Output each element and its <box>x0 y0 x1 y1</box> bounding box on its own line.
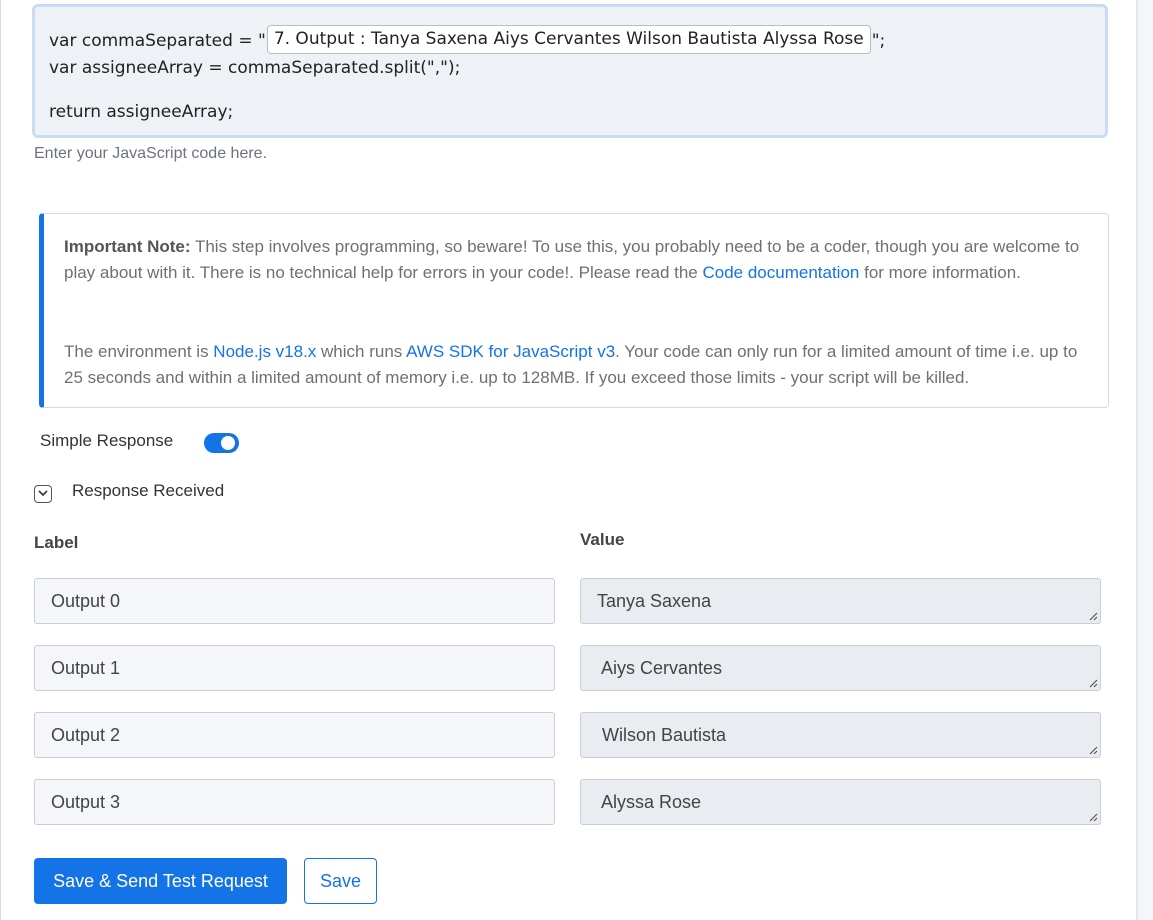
important-note: Important Note: This step involves progr… <box>39 213 1109 408</box>
toggle-knob <box>221 436 235 450</box>
chevron-down-icon[interactable] <box>34 485 52 503</box>
aws-sdk-link[interactable]: AWS SDK for JavaScript v3 <box>406 342 615 361</box>
note-heading: Important Note: <box>64 237 191 256</box>
output-value-text: Alyssa Rose <box>597 792 702 812</box>
code-line-3: return assigneeArray; <box>49 102 234 122</box>
note-text: which runs <box>316 342 407 361</box>
code-line-2: var assigneeArray = commaSeparated.split… <box>49 58 461 78</box>
output-value-text: Aiys Cervantes <box>597 658 723 678</box>
right-gutter <box>1138 0 1153 920</box>
response-received-label: Response Received <box>72 481 225 500</box>
output-value-text: Tanya Saxena <box>597 591 712 611</box>
save-button[interactable]: Save <box>304 858 377 904</box>
resize-handle-icon[interactable] <box>1088 678 1098 688</box>
output-value-field[interactable]: Tanya Saxena <box>580 578 1101 624</box>
output-label-field[interactable]: Output 3 <box>34 779 555 825</box>
output-value-field[interactable]: Alyssa Rose <box>580 779 1101 825</box>
output-label-field[interactable]: Output 1 <box>34 645 555 691</box>
note-paragraph: Important Note: This step involves progr… <box>64 234 1092 286</box>
output-value-field[interactable]: Aiys Cervantes <box>580 645 1101 691</box>
output-label-field[interactable]: Output 0 <box>34 578 555 624</box>
simple-response-toggle[interactable] <box>204 433 239 453</box>
code-editor[interactable]: var commaSeparated = " 7. Output : Tanya … <box>32 4 1108 138</box>
environment-paragraph: The environment is Node.js v18.x which r… <box>64 339 1092 391</box>
note-text: for more information. <box>859 263 1021 282</box>
code-text: var commaSeparated = " <box>49 31 266 51</box>
variable-token[interactable]: 7. Output : Tanya Saxena Aiys Cervantes … <box>266 25 871 54</box>
output-value-text: Wilson Bautista <box>597 725 727 745</box>
label-column-header: Label <box>34 533 79 552</box>
resize-handle-icon[interactable] <box>1088 745 1098 755</box>
note-text: The environment is <box>64 342 214 361</box>
code-documentation-link[interactable]: Code documentation <box>702 263 859 282</box>
resize-handle-icon[interactable] <box>1088 611 1098 621</box>
value-column-header: Value <box>580 530 625 549</box>
save-and-send-test-request-button[interactable]: Save & Send Test Request <box>34 858 287 904</box>
output-label-field[interactable]: Output 2 <box>34 712 555 758</box>
simple-response-row: Simple Response <box>40 431 239 453</box>
left-border <box>0 0 1 920</box>
code-line-1: var commaSeparated = " 7. Output : Tanya … <box>49 25 886 56</box>
code-help-text: Enter your JavaScript code here. <box>34 145 268 162</box>
resize-handle-icon[interactable] <box>1088 812 1098 822</box>
nodejs-link[interactable]: Node.js v18.x <box>213 342 316 361</box>
code-text: "; <box>871 31 886 51</box>
output-value-field[interactable]: Wilson Bautista <box>580 712 1101 758</box>
simple-response-label: Simple Response <box>40 431 174 450</box>
